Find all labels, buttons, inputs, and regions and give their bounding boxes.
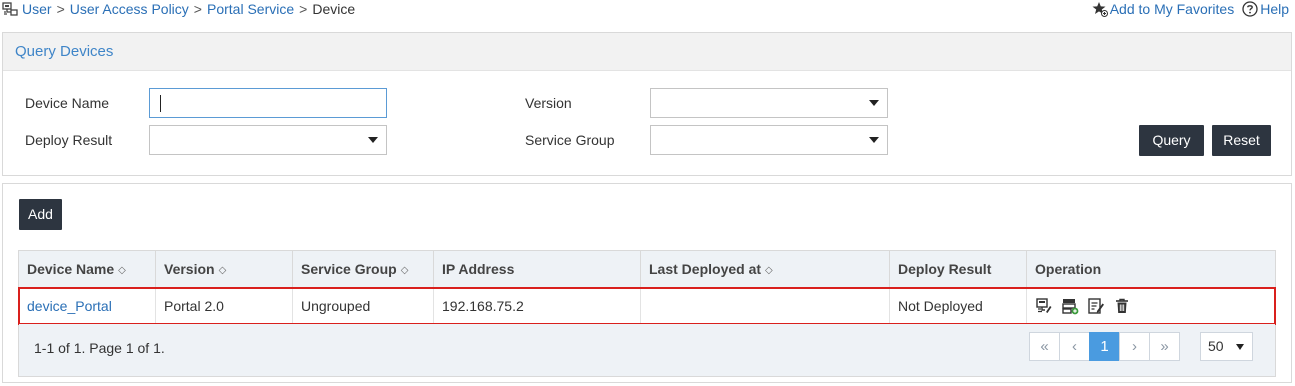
add-button[interactable]: Add <box>19 199 62 230</box>
chevron-down-icon <box>869 137 879 143</box>
text-caret <box>160 95 161 112</box>
column-header-device-name[interactable]: Device Name ◇ <box>19 251 156 287</box>
device-details-icon[interactable] <box>1035 297 1053 315</box>
help-label[interactable]: Help <box>1260 1 1289 17</box>
table-row[interactable]: device_Portal Portal 2.0 Ungrouped 192.1… <box>18 287 1276 325</box>
column-label: Version <box>164 261 215 277</box>
breadcrumb-current: Device <box>312 1 356 17</box>
device-table: Device Name ◇ Version ◇ Service Group ◇ IP … <box>18 250 1276 377</box>
top-links: Add to My Favorites Help <box>1092 1 1289 17</box>
pagination-summary: 1-1 of 1. Page 1 of 1. <box>34 340 165 356</box>
breadcrumb-separator: > <box>299 1 308 17</box>
cell-ip-address: 192.168.75.2 <box>434 288 641 324</box>
cell-last-deployed-at <box>641 288 890 324</box>
column-header-deploy-result: Deploy Result <box>890 251 1027 287</box>
sort-icon: ◇ <box>765 265 773 276</box>
breadcrumb-portal-service[interactable]: Portal Service <box>207 1 294 17</box>
column-header-last-deployed-at[interactable]: Last Deployed at ◇ <box>641 251 890 287</box>
deploy-result-select[interactable] <box>149 125 387 155</box>
pagination: « ‹ 1 › » <box>1029 332 1180 361</box>
cell-service-group: Ungrouped <box>293 288 434 324</box>
page-size-value: 50 <box>1208 338 1224 354</box>
page-number-button[interactable]: 1 <box>1089 332 1120 361</box>
operation-icons <box>1035 288 1275 324</box>
version-label: Version <box>525 95 572 111</box>
favorite-star-icon <box>1092 2 1108 17</box>
table-header: Device Name ◇ Version ◇ Service Group ◇ IP … <box>19 251 1275 288</box>
sort-icon: ◇ <box>118 265 126 276</box>
cell-version: Portal 2.0 <box>156 288 293 324</box>
device-name-input[interactable] <box>149 88 387 118</box>
reset-button[interactable]: Reset <box>1212 125 1271 156</box>
query-button[interactable]: Query <box>1139 125 1204 156</box>
column-header-version[interactable]: Version ◇ <box>156 251 293 287</box>
table-footer: 1-1 of 1. Page 1 of 1. « ‹ 1 › » 50 <box>19 324 1275 376</box>
deploy-result-label: Deploy Result <box>25 132 113 148</box>
service-group-select[interactable] <box>650 125 888 155</box>
query-panel-title[interactable]: Query Devices <box>3 33 1291 71</box>
next-page-button[interactable]: › <box>1119 332 1150 361</box>
version-select[interactable] <box>650 88 888 118</box>
cell-deploy-result: Not Deployed <box>890 288 1027 324</box>
sort-icon: ◇ <box>400 265 409 276</box>
column-header-service-group[interactable]: Service Group ◇ <box>293 251 434 287</box>
column-label: Device Name <box>27 261 115 277</box>
column-header-operation: Operation <box>1027 251 1275 287</box>
breadcrumb-separator: > <box>193 1 202 17</box>
breadcrumb-user-access-policy[interactable]: User Access Policy <box>70 1 189 17</box>
column-label: Operation <box>1035 261 1102 277</box>
column-label: IP Address <box>442 261 515 277</box>
breadcrumb-user[interactable]: User <box>22 1 52 17</box>
add-to-favorites-link[interactable]: Add to My Favorites <box>1092 1 1235 17</box>
chevron-down-icon <box>368 137 378 143</box>
top-bar: User > User Access Policy > Portal Servi… <box>0 0 1295 22</box>
column-header-ip-address: IP Address <box>434 251 641 287</box>
chevron-down-icon <box>869 100 879 106</box>
column-label: Service Group <box>301 261 397 277</box>
cell-operations <box>1027 288 1275 324</box>
device-name-link[interactable]: device_Portal <box>27 298 112 314</box>
column-label: Deploy Result <box>898 261 992 277</box>
sort-icon: ◇ <box>218 265 227 276</box>
chevron-down-icon <box>1236 344 1244 350</box>
favorites-label[interactable]: Add to My Favorites <box>1110 1 1235 17</box>
help-link[interactable]: Help <box>1242 1 1289 17</box>
breadcrumb: User > User Access Policy > Portal Servi… <box>2 1 355 17</box>
page-size-select[interactable]: 50 <box>1200 332 1253 361</box>
modify-icon[interactable] <box>1087 297 1105 315</box>
user-policy-icon <box>2 2 18 16</box>
column-label: Last Deployed at <box>649 261 762 277</box>
deploy-icon[interactable] <box>1061 297 1079 315</box>
service-group-label: Service Group <box>525 132 615 148</box>
cell-device-name: device_Portal <box>19 288 156 324</box>
previous-page-button[interactable]: ‹ <box>1059 332 1090 361</box>
device-name-label: Device Name <box>25 95 110 111</box>
help-icon <box>1242 1 1258 17</box>
first-page-button[interactable]: « <box>1029 332 1060 361</box>
breadcrumb-separator: > <box>56 1 65 17</box>
delete-icon[interactable] <box>1113 297 1131 315</box>
last-page-button[interactable]: » <box>1149 332 1180 361</box>
